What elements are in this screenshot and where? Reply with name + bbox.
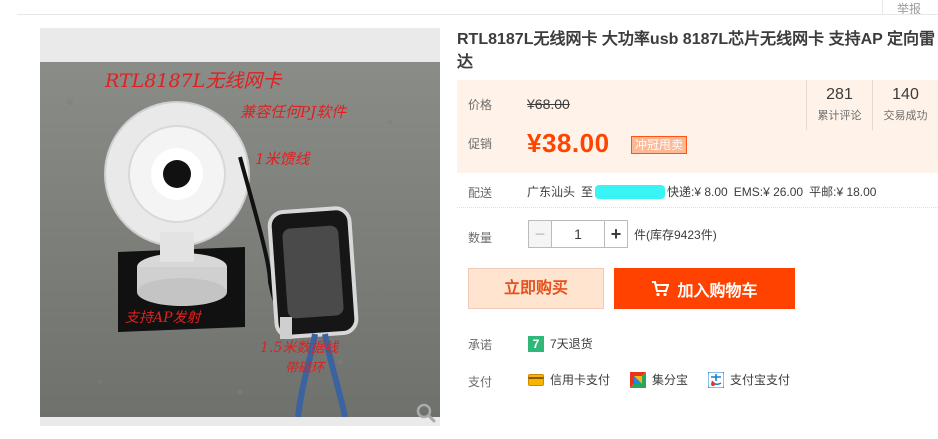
header-rule	[17, 14, 938, 15]
header-divider	[882, 0, 883, 14]
payment-jifenbao-label: 集分宝	[652, 373, 689, 387]
buy-now-button[interactable]: 立即购买	[468, 268, 604, 309]
product-photo[interactable]: RTL8187L无线网卡 兼容任何PJ软件 1米馈线 支持AP发射 1.5米数据…	[40, 62, 440, 417]
promise-text: 7天退货	[550, 337, 593, 351]
cart-icon	[652, 280, 670, 296]
payment-credit-card[interactable]: 信用卡支付	[528, 371, 610, 388]
stat-reviews[interactable]: 281 累计评论	[806, 80, 872, 130]
add-to-cart-button[interactable]: 加入购物车	[614, 268, 795, 309]
stats: 281 累计评论 140 交易成功	[806, 80, 938, 130]
price-box: 价格 ¥68.00 促销 ¥38.00 冲冠甩卖 281 累计评论 140 交易…	[457, 80, 938, 173]
promise-label: 承诺	[468, 338, 493, 352]
credit-card-icon	[528, 373, 544, 386]
quantity-stock: 件(库存9423件)	[634, 227, 717, 242]
quantity-stepper: − 1 + 件(库存9423件)	[528, 220, 717, 248]
delivery-ems: EMS:¥ 26.00	[733, 184, 804, 199]
payment-alipay-label: 支付宝支付	[730, 373, 791, 387]
zoom-icon[interactable]	[415, 402, 437, 424]
stat-reviews-label: 累计评论	[817, 110, 862, 122]
photo-text-cable: 1米馈线	[255, 150, 312, 168]
seven-day-return-icon: 7	[528, 335, 544, 352]
delivery-from: 广东汕头	[527, 185, 576, 199]
delivery-destination-selector[interactable]	[595, 184, 666, 199]
photo-text-usb2: 带磁环	[285, 361, 326, 376]
quantity-input[interactable]: 1	[552, 220, 604, 248]
product-title: RTL8187L无线网卡 大功率usb 8187L芯片无线网卡 支持AP 定向雷…	[457, 31, 936, 71]
delivery-post: 平邮:¥ 18.00	[809, 185, 877, 199]
quantity-increase-button[interactable]: +	[604, 220, 628, 248]
quantity-label: 数量	[468, 231, 493, 245]
promo-label: 促销	[468, 137, 493, 151]
add-to-cart-label: 加入购物车	[677, 282, 758, 300]
stat-sales-count: 140	[892, 86, 919, 103]
photo-text-model: RTL8187L无线网卡	[104, 70, 283, 92]
promo-price: ¥38.00	[527, 128, 610, 158]
quantity-decrease-button[interactable]: −	[528, 220, 552, 248]
delivery-to-label: 至	[581, 185, 594, 199]
stat-sales[interactable]: 140 交易成功	[872, 80, 938, 130]
photo-text-usb: 1.5米数据线	[260, 340, 340, 356]
photo-text-ap: 支持AP发射	[125, 310, 203, 326]
payment-label: 支付	[468, 375, 493, 389]
divider	[457, 207, 938, 208]
payment-jifenbao[interactable]: 集分宝	[630, 371, 688, 388]
stat-reviews-count: 281	[826, 86, 853, 103]
promo-badge: 冲冠甩卖	[631, 136, 688, 154]
photo-text-support: 兼容任何PJ软件	[240, 103, 348, 121]
alipay-icon	[708, 371, 725, 388]
product-image-panel: RTL8187L无线网卡 兼容任何PJ软件 1米馈线 支持AP发射 1.5米数据…	[40, 28, 440, 426]
delivery-info: 广东汕头 至 快递:¥ 8.00 EMS:¥ 26.00 平邮:¥ 18.00	[527, 183, 882, 200]
payment-alipay[interactable]: 支付宝支付	[708, 371, 790, 388]
price-label: 价格	[468, 98, 493, 112]
payment-methods: 信用卡支付 集分宝 支付宝支付	[528, 371, 810, 388]
delivery-label: 配送	[468, 186, 493, 200]
delivery-express: 快递:¥ 8.00	[667, 185, 728, 199]
stat-sales-label: 交易成功	[883, 110, 928, 122]
payment-credit-card-label: 信用卡支付	[550, 373, 611, 387]
promise-info[interactable]: 7 7天退货	[528, 335, 593, 352]
jifenbao-icon	[630, 371, 647, 388]
original-price: ¥68.00	[527, 96, 570, 112]
